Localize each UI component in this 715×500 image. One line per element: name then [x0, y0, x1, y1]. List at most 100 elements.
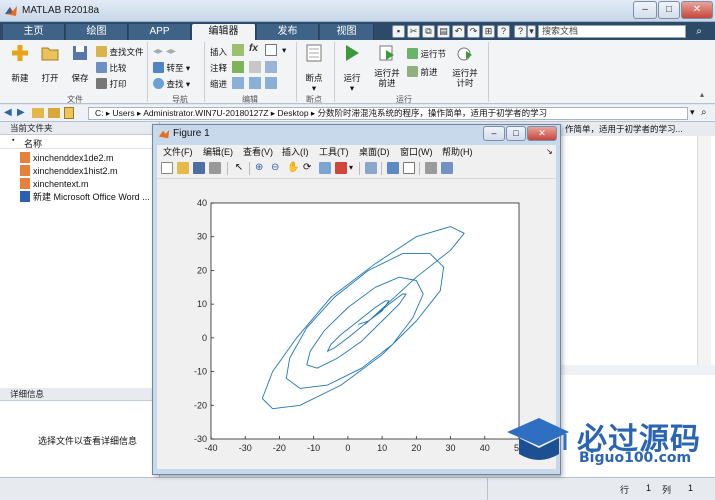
- find-files-button[interactable]: 查找文件: [96, 46, 144, 58]
- horizontal-scrollbar[interactable]: [561, 365, 715, 375]
- search-icon[interactable]: ⌕: [690, 26, 708, 38]
- pointer-icon[interactable]: ↖: [233, 162, 245, 174]
- tab-publish[interactable]: 发布: [257, 24, 319, 40]
- nav-back-forward-icons[interactable]: ◂▸ ◂▸: [153, 46, 176, 57]
- run-and-time-button[interactable]: 运行并 计时: [448, 44, 482, 88]
- help-dropdown-icon[interactable]: ▾: [527, 25, 536, 38]
- brush-icon[interactable]: [335, 162, 347, 174]
- browse-folder-icon[interactable]: [48, 108, 60, 118]
- figure-title: Figure 1: [173, 128, 210, 139]
- help-icon[interactable]: ?: [514, 25, 527, 38]
- cut-quick-icon[interactable]: ✂: [407, 25, 420, 38]
- run-and-advance-button[interactable]: 运行并 前进: [370, 44, 404, 88]
- wrap-comment-icon[interactable]: [265, 61, 277, 73]
- insert-function-button[interactable]: fx: [249, 43, 258, 54]
- dock-arrow-icon[interactable]: ↘: [546, 146, 553, 158]
- redo-quick-icon[interactable]: ↷: [467, 25, 480, 38]
- switch-windows-icon[interactable]: ⊞: [482, 25, 495, 38]
- menu-desktop[interactable]: 桌面(D): [359, 146, 390, 158]
- menu-file[interactable]: 文件(F): [163, 146, 193, 158]
- search-input[interactable]: 搜索文档: [538, 25, 686, 38]
- file-row[interactable]: xinchentext.m: [20, 178, 89, 191]
- help-quick-icon[interactable]: ?: [497, 25, 510, 38]
- menu-window[interactable]: 窗口(W): [400, 146, 433, 158]
- copy-quick-icon[interactable]: ⧉: [422, 25, 435, 38]
- tab-home[interactable]: 主页: [3, 24, 65, 40]
- pan-hand-icon[interactable]: ✋: [287, 162, 299, 174]
- figure-canvas[interactable]: -40-30-20-1001020304050-30-20-1001020304…: [157, 179, 556, 469]
- advance-button[interactable]: 前进: [407, 66, 438, 78]
- smart-indent-icon[interactable]: [232, 77, 244, 89]
- rotate-3d-icon[interactable]: ⟳: [303, 162, 315, 174]
- search-folder-icon[interactable]: ⌕: [701, 107, 707, 118]
- comment-button[interactable]: 注释: [210, 62, 227, 74]
- open-button[interactable]: 打开: [36, 44, 64, 83]
- paste-quick-icon[interactable]: ▤: [437, 25, 450, 38]
- open-file-icon[interactable]: [177, 162, 189, 174]
- save-quick-icon[interactable]: ▪: [392, 25, 405, 38]
- figure-window[interactable]: Figure 1 – □ ✕ 文件(F) 编辑(E) 查看(V) 插入(I) 工…: [152, 124, 561, 475]
- run-section-button[interactable]: 运行节: [407, 48, 446, 60]
- minimize-button[interactable]: –: [633, 1, 657, 19]
- forward-arrow-icon[interactable]: ▶: [17, 107, 25, 118]
- indent-increase-icon[interactable]: [249, 77, 261, 89]
- find-button[interactable]: 查找 ▾: [153, 78, 190, 90]
- tab-apps[interactable]: APP: [129, 24, 191, 40]
- tab-view[interactable]: 视图: [320, 24, 374, 40]
- save-figure-icon[interactable]: [193, 162, 205, 174]
- indent-button[interactable]: 缩进: [210, 78, 227, 90]
- insert-block-icon[interactable]: [265, 44, 277, 56]
- path-dropdown-icon[interactable]: ▾: [690, 107, 695, 118]
- undo-quick-icon[interactable]: ↶: [452, 25, 465, 38]
- insert-legend-icon[interactable]: [403, 162, 415, 174]
- menu-view[interactable]: 查看(V): [243, 146, 273, 158]
- close-button[interactable]: ✕: [681, 1, 713, 19]
- plot-area[interactable]: -40-30-20-1001020304050-30-20-1001020304…: [157, 179, 556, 469]
- menu-tools[interactable]: 工具(T): [319, 146, 349, 158]
- editor-tab-title[interactable]: 作简单，适用于初学者的学习...: [561, 122, 715, 136]
- data-cursor-icon[interactable]: [319, 162, 331, 174]
- tab-editor[interactable]: 编辑器: [192, 24, 256, 40]
- print-figure-icon[interactable]: [209, 162, 221, 174]
- show-plot-tools-icon[interactable]: [441, 162, 453, 174]
- back-arrow-icon[interactable]: ◀: [4, 107, 12, 118]
- insert-colorbar-icon[interactable]: [387, 162, 399, 174]
- save-button[interactable]: 保存: [66, 44, 94, 83]
- figure-minimize-button[interactable]: –: [483, 126, 505, 141]
- folder-up-icon[interactable]: [32, 108, 44, 118]
- hide-plot-tools-icon[interactable]: [425, 162, 437, 174]
- tab-plots[interactable]: 绘图: [66, 24, 128, 40]
- insert-button[interactable]: 插入: [210, 46, 227, 58]
- comment-percent-icon[interactable]: [232, 61, 244, 73]
- print-button[interactable]: 打印: [96, 78, 127, 90]
- current-folder-path[interactable]: C: ▸ Users ▸ Administrator.WIN7U-2018012…: [88, 107, 688, 120]
- run-button[interactable]: 运行 ▾: [338, 44, 366, 93]
- zoom-out-icon[interactable]: ⊖: [271, 162, 283, 174]
- collapse-ribbon-icon[interactable]: ▴: [700, 90, 704, 99]
- uncomment-icon[interactable]: [249, 61, 261, 73]
- compare-button[interactable]: 比较: [96, 62, 127, 74]
- figure-close-button[interactable]: ✕: [527, 126, 557, 141]
- indent-decrease-icon[interactable]: [265, 77, 277, 89]
- file-row[interactable]: xinchenddex1hist2.m: [20, 165, 118, 178]
- file-row[interactable]: xinchenddex1de2.m: [20, 152, 114, 165]
- column-header[interactable]: 名称 ▪: [0, 136, 160, 149]
- insert-dropdown-icon[interactable]: ▾: [282, 45, 286, 56]
- menu-help[interactable]: 帮助(H): [442, 146, 473, 158]
- figure-maximize-button[interactable]: □: [506, 126, 526, 141]
- goto-button[interactable]: 转至 ▾: [153, 62, 190, 74]
- menu-insert[interactable]: 插入(I): [282, 146, 309, 158]
- vertical-scrollbar[interactable]: [697, 136, 711, 368]
- breakpoints-button[interactable]: 断点 ▾: [300, 44, 328, 93]
- new-button[interactable]: 新建: [6, 44, 34, 83]
- menu-edit[interactable]: 编辑(E): [203, 146, 233, 158]
- insert-section-icon[interactable]: [232, 44, 244, 56]
- zoom-in-icon[interactable]: ⊕: [255, 162, 267, 174]
- ribbon-separator: [147, 42, 148, 102]
- maximize-button[interactable]: □: [658, 1, 680, 19]
- brush-dropdown-icon[interactable]: ▾: [349, 163, 353, 172]
- file-row[interactable]: 新建 Microsoft Office Word ...: [20, 191, 150, 204]
- save-label: 保存: [71, 73, 89, 83]
- new-figure-icon[interactable]: [161, 162, 173, 174]
- link-plot-icon[interactable]: [365, 162, 377, 174]
